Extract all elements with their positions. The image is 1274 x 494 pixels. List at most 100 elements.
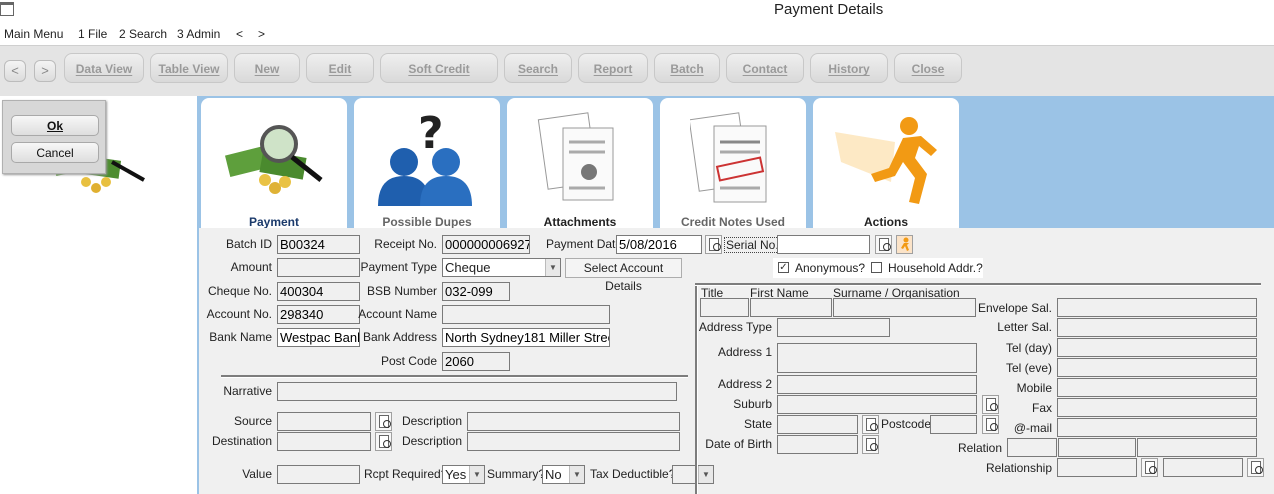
menu-file[interactable]: 1 File (78, 27, 107, 41)
rcpt-required-value: Yes (445, 467, 467, 482)
date-picker-button[interactable] (705, 235, 722, 254)
menu-main[interactable]: Main Menu (4, 27, 63, 41)
menu-admin[interactable]: 3 Admin (177, 27, 220, 41)
tab-attachments[interactable]: Attachments (507, 98, 653, 229)
magnifier-icon (383, 440, 391, 448)
source-lookup-button[interactable] (375, 412, 392, 431)
rcpt-required-select[interactable]: Yes ▼ (442, 465, 485, 484)
payment-type-select[interactable]: Cheque ▼ (442, 258, 561, 277)
tax-deductible-select[interactable]: ▼ (672, 465, 714, 484)
serial-no-label: Serial No. (724, 237, 781, 253)
search-button[interactable]: Search (504, 53, 572, 83)
select-account-details-button[interactable]: Select Account Details (565, 258, 682, 293)
address-type-field[interactable] (777, 318, 890, 337)
ok-button[interactable]: Ok (11, 115, 99, 136)
account-name-field[interactable] (442, 305, 610, 324)
chevron-down-icon: ▼ (569, 466, 584, 483)
email-field[interactable] (1057, 418, 1257, 437)
tab-credit-notes[interactable]: Credit Notes Used (660, 98, 806, 229)
dob-field[interactable] (777, 435, 858, 454)
relation-field-1[interactable] (1007, 438, 1057, 457)
household-checkbox[interactable] (871, 262, 882, 273)
payment-type-value: Cheque (445, 260, 491, 275)
relation-label: Relation (957, 441, 1002, 455)
letter-sal-field[interactable] (1057, 318, 1257, 337)
address1-field[interactable] (777, 343, 977, 373)
relation-field-2[interactable] (1058, 438, 1136, 457)
receipt-no-field[interactable]: 000000006927 (442, 235, 530, 254)
destination-field[interactable] (277, 432, 371, 451)
chevron-down-icon: ▼ (469, 466, 484, 483)
source-description-label: Description (401, 414, 462, 428)
summary-value: No (545, 467, 562, 482)
serial-no-field[interactable] (777, 235, 870, 254)
bsb-number-field[interactable]: 032-099 (442, 282, 510, 301)
relationship-lookup-button[interactable] (1141, 458, 1158, 477)
relationship-field-2[interactable] (1163, 458, 1243, 477)
relationship-field[interactable] (1057, 458, 1137, 477)
edit-button[interactable]: Edit (306, 53, 374, 83)
new-button[interactable]: New (234, 53, 300, 83)
window-title: Payment Details (774, 1, 884, 18)
destination-description-field[interactable] (467, 432, 680, 451)
payment-date-field[interactable]: 5/08/2016 (616, 235, 702, 254)
lookup-icon (713, 243, 721, 251)
magnifier-icon (1255, 466, 1263, 474)
contact-title-field[interactable] (700, 298, 749, 317)
anonymous-checkbox[interactable]: ✓ (778, 262, 789, 273)
bank-name-label: Bank Name (209, 330, 272, 344)
address-type-label: Address Type (698, 320, 772, 334)
state-lookup-button[interactable] (862, 415, 879, 434)
envelope-sal-field[interactable] (1057, 298, 1257, 317)
serial-lookup-button[interactable] (875, 235, 892, 254)
destination-label: Destination (211, 434, 272, 448)
menu-search[interactable]: 2 Search (119, 27, 167, 41)
email-label: @-mail (1013, 421, 1052, 435)
mobile-field[interactable] (1057, 378, 1257, 397)
summary-select[interactable]: No ▼ (542, 465, 585, 484)
tab-possible-dupes[interactable]: ? Possible Dupes (354, 98, 500, 229)
invoice-attachment-icon (537, 112, 614, 201)
post-code-field[interactable]: 2060 (442, 352, 510, 371)
confirm-dialog: Ok Cancel (2, 100, 106, 174)
fax-field[interactable] (1057, 398, 1257, 417)
address2-field[interactable] (777, 375, 977, 394)
relation-field-3[interactable] (1137, 438, 1257, 457)
data-view-button[interactable]: Data View (64, 53, 144, 83)
menu-back[interactable]: < (236, 27, 243, 41)
value-field[interactable] (277, 465, 360, 484)
tel-day-field[interactable] (1057, 338, 1257, 357)
menu-forward[interactable]: > (258, 27, 265, 41)
payment-type-label: Payment Type (360, 260, 438, 274)
source-field[interactable] (277, 412, 371, 431)
table-view-button[interactable]: Table View (150, 53, 228, 83)
relationship-lookup-button-2[interactable] (1247, 458, 1264, 477)
state-label: State (743, 417, 772, 431)
report-button[interactable]: Report (578, 53, 648, 83)
batch-button[interactable]: Batch (654, 53, 720, 83)
tel-day-label: Tel (day) (1005, 341, 1052, 355)
destination-lookup-button[interactable] (375, 432, 392, 451)
state-field[interactable] (777, 415, 858, 434)
anonymous-label: Anonymous? (795, 261, 866, 275)
contact-button[interactable]: Contact (726, 53, 804, 83)
forward-button[interactable]: > (34, 60, 56, 82)
cancel-button[interactable]: Cancel (11, 142, 99, 163)
serial-action-button[interactable] (896, 235, 913, 254)
close-button[interactable]: Close (894, 53, 962, 83)
history-button[interactable]: History (810, 53, 888, 83)
bank-address-field[interactable]: North Sydney181 Miller Street (442, 328, 610, 347)
tab-payment[interactable]: Payment (201, 98, 347, 229)
source-description-field[interactable] (467, 412, 680, 431)
rcpt-required-label: Rcpt Required? (364, 467, 448, 481)
suburb-field[interactable] (777, 395, 977, 414)
back-button[interactable]: < (4, 60, 26, 82)
tel-eve-field[interactable] (1057, 358, 1257, 377)
narrative-label: Narrative (223, 384, 272, 398)
soft-credit-button[interactable]: Soft Credit (380, 53, 498, 83)
dob-picker-button[interactable] (862, 435, 879, 454)
narrative-field[interactable] (277, 382, 677, 401)
contact-first-name-field[interactable] (750, 298, 832, 317)
contact-surname-field[interactable] (833, 298, 976, 317)
tab-actions[interactable]: Actions (813, 98, 959, 229)
